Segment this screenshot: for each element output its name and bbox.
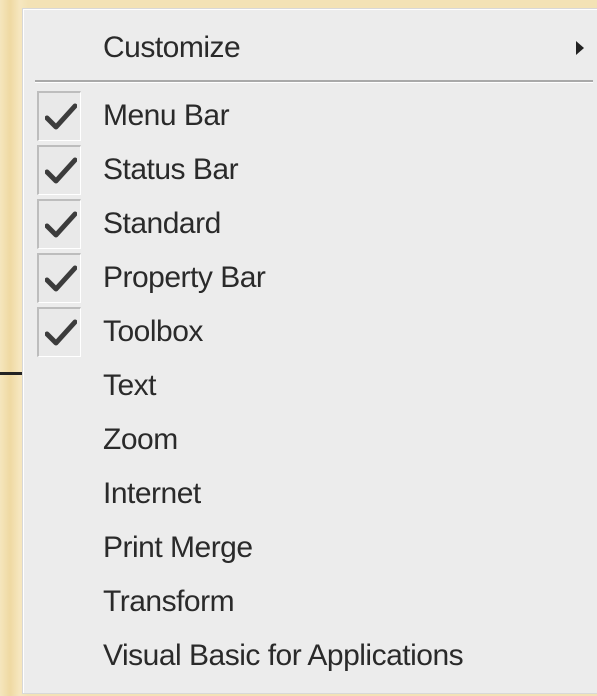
menu-item-label: Internet — [103, 477, 201, 510]
menu-item-customize[interactable]: Customize — [23, 21, 597, 75]
menu-item-toolbox[interactable]: Toolbox — [23, 305, 597, 359]
menu-item-print-merge[interactable]: Print Merge — [23, 521, 597, 575]
menu-item-zoom[interactable]: Zoom — [23, 413, 597, 467]
menu-item-label: Transform — [103, 585, 235, 618]
menu-item-label: Customize — [103, 31, 241, 64]
menu-item-status-bar[interactable]: Status Bar — [23, 143, 597, 197]
check-box — [37, 307, 81, 357]
menu-item-label: Print Merge — [103, 531, 253, 564]
menu-item-standard[interactable]: Standard — [23, 197, 597, 251]
menu-item-label: Property Bar — [103, 261, 266, 294]
submenu-arrow-icon — [576, 41, 584, 55]
menu-separator — [35, 80, 593, 83]
check-box — [37, 145, 81, 195]
menu-item-menu-bar[interactable]: Menu Bar — [23, 89, 597, 143]
checkmark-icon — [45, 211, 77, 238]
checkmark-icon — [45, 103, 77, 130]
check-box — [37, 253, 81, 303]
menu-item-label: Standard — [103, 207, 221, 240]
menu-item-property-bar[interactable]: Property Bar — [23, 251, 597, 305]
menu-item-transform[interactable]: Transform — [23, 575, 597, 629]
menu-item-label: Menu Bar — [103, 99, 230, 132]
checkmark-icon — [45, 319, 77, 346]
menu-item-label: Toolbox — [103, 315, 203, 348]
check-box — [37, 91, 81, 141]
checkmark-icon — [45, 265, 77, 292]
toolbars-context-menu: Customize Menu Bar Status Bar Standard P… — [22, 8, 597, 694]
checkmark-icon — [45, 157, 77, 184]
menu-item-visual-basic-for-applications[interactable]: Visual Basic for Applications — [23, 629, 597, 683]
check-box — [37, 199, 81, 249]
menu-item-label: Zoom — [103, 423, 178, 456]
menu-item-label: Text — [103, 369, 157, 402]
menu-item-internet[interactable]: Internet — [23, 467, 597, 521]
menu-item-label: Visual Basic for Applications — [103, 639, 464, 672]
menu-item-text[interactable]: Text — [23, 359, 597, 413]
menu-item-label: Status Bar — [103, 153, 239, 186]
